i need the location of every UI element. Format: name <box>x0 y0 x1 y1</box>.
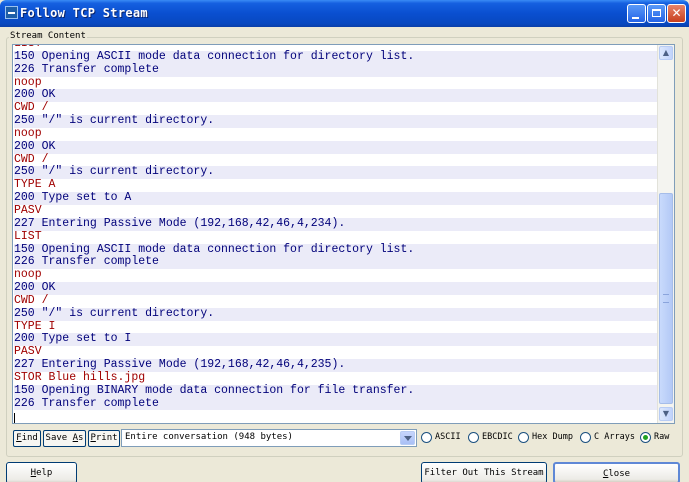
filter-out-stream-button[interactable]: Filter Out This Stream <box>421 462 547 482</box>
line-text: 200 Type set to A <box>14 191 132 205</box>
line-text: CWD / <box>14 101 49 115</box>
line-text: 226 Transfer complete <box>14 396 159 410</box>
radio-label: EBCDIC <box>482 432 513 442</box>
line-text: 226 Transfer complete <box>14 255 159 269</box>
maximize-button[interactable] <box>647 4 666 23</box>
line-text: 200 OK <box>14 88 56 102</box>
window-title: Follow TCP Stream <box>20 6 148 20</box>
server-line: 226 Transfer complete <box>14 255 659 270</box>
scroll-thumb[interactable] <box>659 193 673 404</box>
group-label: Stream Content <box>9 31 87 41</box>
line-text: 250 "/" is current directory. <box>14 306 215 320</box>
title-bar[interactable]: Follow TCP Stream ✕ <box>0 0 689 27</box>
line-text: CWD / <box>14 152 49 166</box>
stream-content-text[interactable]: LIST150 Opening ASCII mode data connecti… <box>12 44 675 424</box>
line-text: noop <box>14 75 42 89</box>
line-text: PASV <box>14 345 42 359</box>
radio-button-icon[interactable] <box>640 432 651 443</box>
server-line: 200 OK <box>14 88 659 103</box>
follow-tcp-stream-window: Follow TCP Stream ✕ Stream Content LIST1… <box>0 0 689 482</box>
conversation-select-value: Entire conversation (948 bytes) <box>125 432 293 442</box>
line-text: 227 Entering Passive Mode (192,168,42,46… <box>14 216 346 230</box>
server-line: 150 Opening BINARY mode data connection … <box>14 383 659 398</box>
client-line: noop <box>14 126 659 141</box>
radio-button-icon[interactable] <box>468 432 479 443</box>
line-text: 200 OK <box>14 139 56 153</box>
line-text: 226 Transfer complete <box>14 62 159 76</box>
client-line: PASV <box>14 203 659 218</box>
line-text: TYPE A <box>14 178 56 192</box>
line-text: LIST <box>14 229 42 243</box>
find-button[interactable]: Find <box>13 430 41 447</box>
radio-label: Hex Dump <box>532 432 573 442</box>
server-line: 200 OK <box>14 281 659 295</box>
close-window-button[interactable]: ✕ <box>667 4 686 23</box>
client-line: CWD / <box>14 293 659 308</box>
radio-label: C Arrays <box>594 432 635 442</box>
help-button[interactable]: Help <box>6 462 77 482</box>
line-text: 150 Opening BINARY mode data connection … <box>14 383 415 397</box>
server-line: 227 Entering Passive Mode (192,168,42,46… <box>14 358 659 372</box>
server-line: 250 "/" is current directory. <box>14 114 659 128</box>
radio-button-icon[interactable] <box>580 432 591 443</box>
text-caret <box>14 413 15 423</box>
scroll-up-button[interactable]: ▲ <box>659 46 673 60</box>
client-line: noop <box>14 75 659 90</box>
radio-label: Raw <box>654 432 670 442</box>
radio-label: ASCII <box>435 432 461 442</box>
conversation-select[interactable]: Entire conversation (948 bytes) <box>121 429 417 447</box>
server-line: 200 OK <box>14 139 659 154</box>
line-text: noop <box>14 268 42 282</box>
server-line: 250 "/" is current directory. <box>14 306 659 321</box>
line-text: 200 Type set to I <box>14 332 132 346</box>
server-line: 200 Type set to A <box>14 191 659 205</box>
vertical-scrollbar[interactable]: ▲ ▼ <box>657 45 674 423</box>
scroll-down-button[interactable]: ▼ <box>659 407 673 421</box>
line-text: 150 Opening ASCII mode data connection f… <box>14 49 415 63</box>
line-text: PASV <box>14 203 42 217</box>
print-button[interactable]: Print <box>88 430 120 447</box>
stream-lines: LIST150 Opening ASCII mode data connecti… <box>14 45 659 411</box>
radio-button-icon[interactable] <box>518 432 529 443</box>
line-text: 200 OK <box>14 281 56 295</box>
client-line: STOR Blue hills.jpg <box>14 370 659 385</box>
client-line: LIST <box>14 229 659 244</box>
save-as-button[interactable]: Save As <box>43 430 86 447</box>
server-line: 227 Entering Passive Mode (192,168,42,46… <box>14 216 659 231</box>
line-text: TYPE I <box>14 319 56 333</box>
radio-button-icon[interactable] <box>421 432 432 443</box>
client-line: noop <box>14 268 659 283</box>
line-text: 150 Opening ASCII mode data connection f… <box>14 242 415 256</box>
server-line: 250 "/" is current directory. <box>14 165 659 180</box>
server-line: 200 Type set to I <box>14 332 659 347</box>
server-line: 226 Transfer complete <box>14 62 659 77</box>
line-text: 227 Entering Passive Mode (192,168,42,46… <box>14 358 346 372</box>
minimize-button[interactable] <box>627 4 646 23</box>
line-text: noop <box>14 126 42 140</box>
wireshark-app-icon <box>5 6 18 19</box>
line-text: STOR Blue hills.jpg <box>14 370 146 384</box>
server-line: 150 Opening ASCII mode data connection f… <box>14 49 659 64</box>
close-button[interactable]: Close <box>553 462 680 482</box>
line-text: CWD / <box>14 293 49 307</box>
server-line: 226 Transfer complete <box>14 396 659 411</box>
line-text: 250 "/" is current directory. <box>14 114 215 128</box>
line-text: 250 "/" is current directory. <box>14 165 215 179</box>
chevron-down-icon[interactable] <box>400 431 415 445</box>
